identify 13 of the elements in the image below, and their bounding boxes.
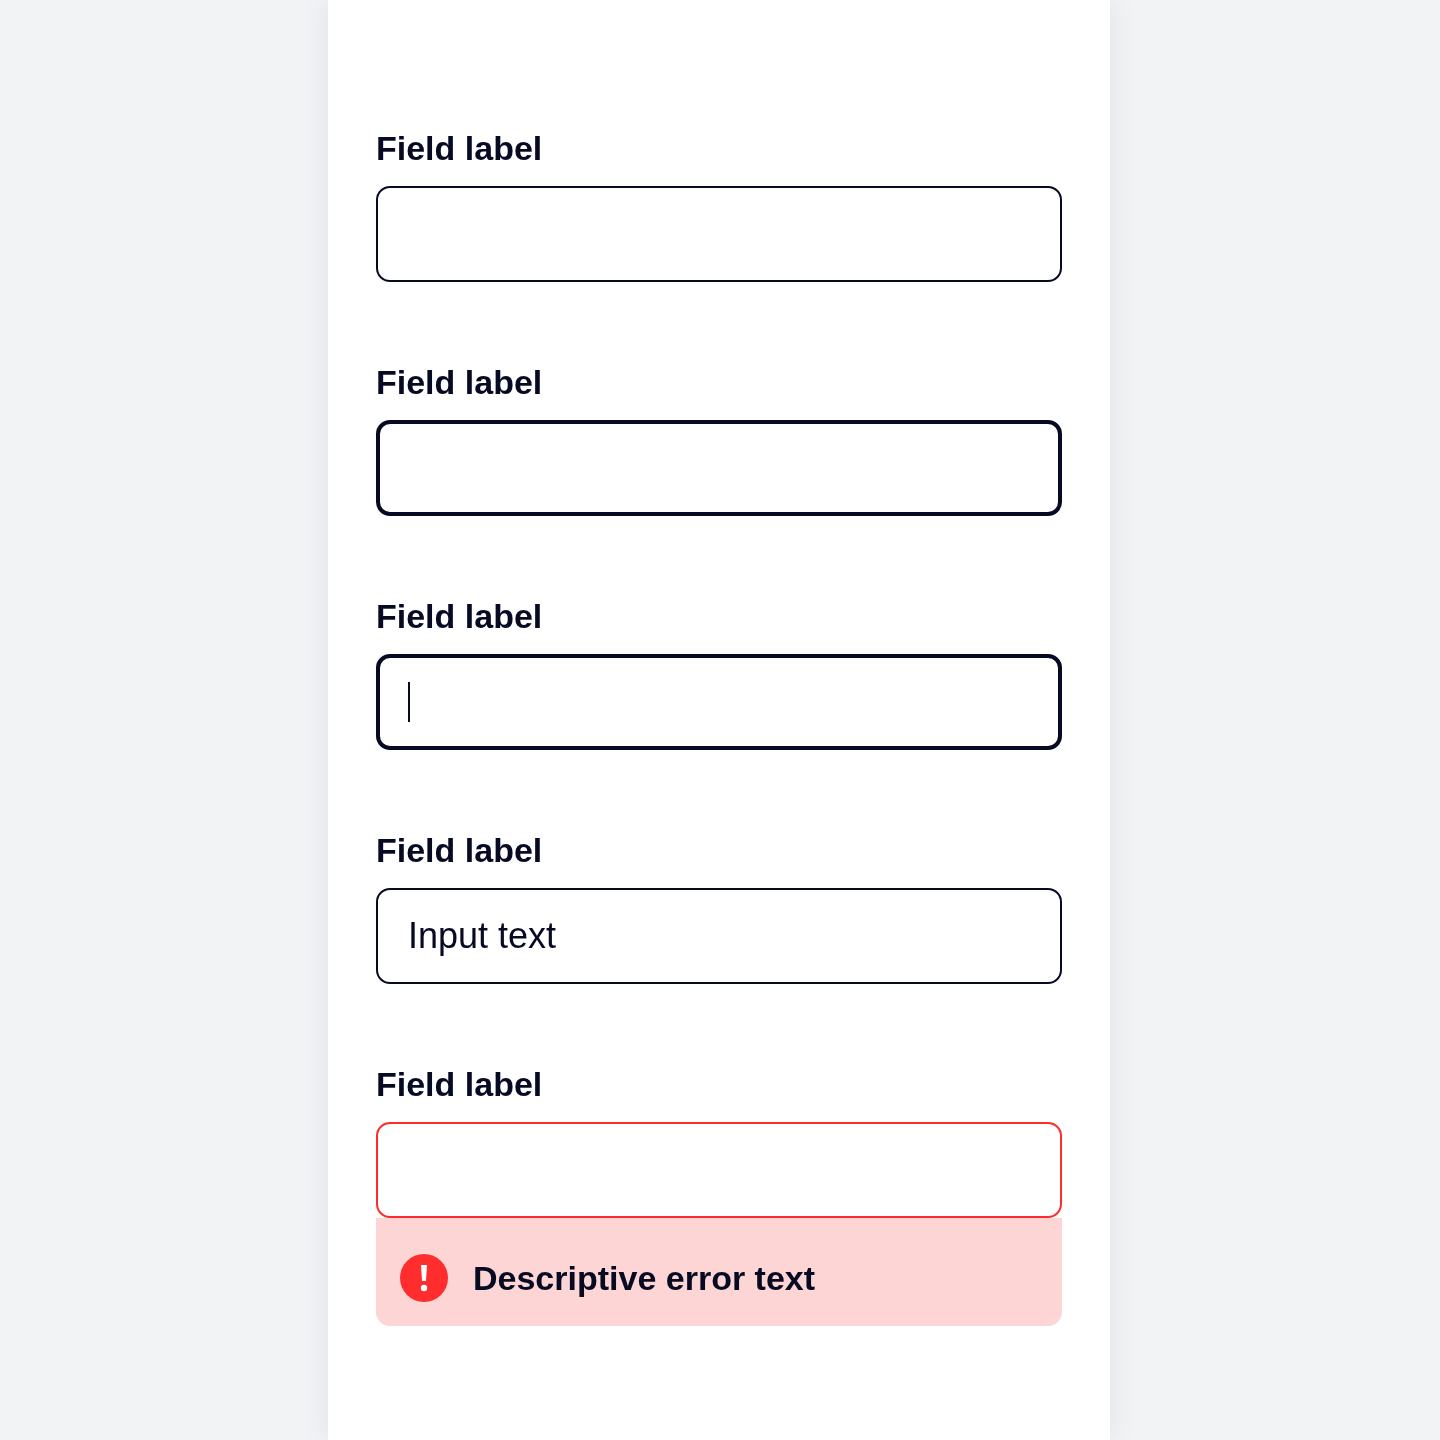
input-field[interactable]: Input text	[376, 888, 1062, 984]
field-label: Field label	[376, 362, 543, 402]
input-field[interactable]	[376, 420, 1062, 516]
field-label: Field label	[376, 830, 543, 870]
text-cursor	[408, 682, 410, 722]
input-field[interactable]	[376, 654, 1062, 750]
input-field[interactable]	[376, 186, 1062, 282]
error-text: Descriptive error text	[473, 1258, 816, 1298]
alert-icon	[400, 1254, 448, 1302]
field-label: Field label	[376, 1064, 543, 1104]
input-field[interactable]	[376, 1122, 1062, 1218]
field-label: Field label	[376, 596, 543, 636]
field-label: Field label	[376, 128, 543, 168]
